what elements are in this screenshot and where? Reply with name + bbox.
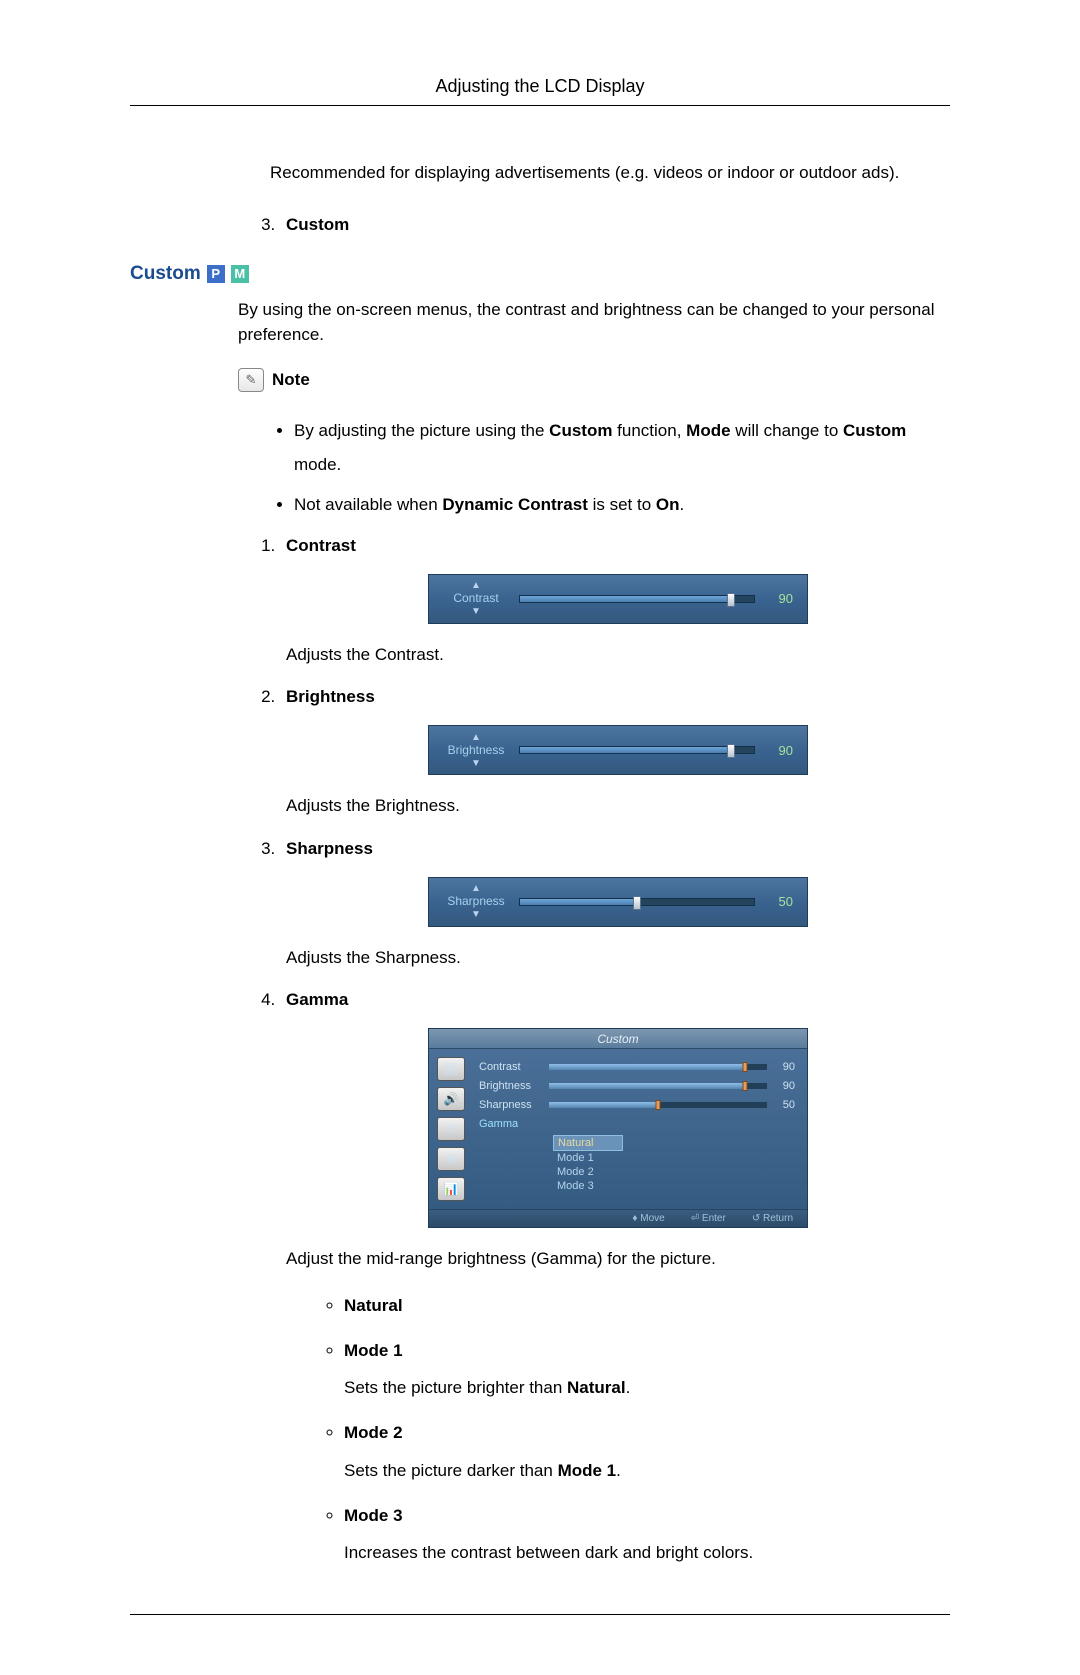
osd-setup-icon[interactable]: ⚙ — [437, 1147, 465, 1171]
osd-clock-icon[interactable]: ⏱ — [437, 1117, 465, 1141]
item-brightness: Brightness ▲ Brightness ▼ 90 Adjusts the… — [280, 687, 950, 819]
section-heading: Custom P M — [130, 263, 950, 285]
osd-title: Custom — [429, 1029, 807, 1049]
footer-rule — [130, 1614, 950, 1615]
osd-opt-natural[interactable]: Natural — [553, 1135, 623, 1151]
osd-side-icons: 🖼 🔊 ⏱ ⚙ 📊 — [429, 1049, 473, 1209]
item-label: Contrast — [286, 536, 950, 556]
arrow-up-icon: ▲ — [471, 883, 481, 894]
item-gamma: Gamma Custom 🖼 🔊 ⏱ ⚙ 📊 Contrast — [280, 990, 950, 1566]
section-intro: By using the on-screen menus, the contra… — [238, 297, 950, 348]
sharpness-slider[interactable]: ▲ Sharpness ▼ 50 — [428, 877, 808, 927]
slider-thumb[interactable] — [727, 593, 735, 607]
brightness-slider[interactable]: ▲ Brightness ▼ 90 — [428, 725, 808, 775]
badge-m-icon: M — [231, 265, 249, 283]
header-title: Adjusting the LCD Display — [435, 76, 644, 96]
arrow-up-icon: ▲ — [471, 580, 481, 591]
slider-value: 50 — [765, 894, 793, 909]
slider-arrows: ▲ Brightness ▼ — [443, 732, 509, 769]
slider-thumb[interactable] — [727, 744, 735, 758]
item-desc: Adjusts the Contrast. — [286, 642, 950, 668]
arrow-down-icon: ▼ — [471, 758, 481, 769]
slider-track[interactable] — [519, 898, 755, 906]
numbered-items: Contrast ▲ Contrast ▼ 90 Adjusts the Con… — [250, 536, 950, 1566]
slider-track[interactable] — [519, 595, 755, 603]
slider-value: 90 — [765, 743, 793, 758]
osd-gamma-options: Natural Mode 1 Mode 2 Mode 3 — [479, 1135, 795, 1193]
gamma-options-list: Natural Mode 1 Sets the picture brighter… — [318, 1292, 950, 1566]
slider-value: 90 — [765, 591, 793, 606]
gamma-osd-panel: Custom 🖼 🔊 ⏱ ⚙ 📊 Contrast 90 — [428, 1028, 808, 1228]
arrow-up-icon: ▲ — [471, 732, 481, 743]
item-label: Gamma — [286, 990, 950, 1010]
osd-footer-enter: ⏎ Enter — [691, 1213, 726, 1224]
osd-row-sharpness[interactable]: Sharpness 50 — [479, 1097, 795, 1112]
note-item: Not available when Dynamic Contrast is s… — [294, 488, 950, 522]
gamma-opt-mode3: Mode 3 Increases the contrast between da… — [344, 1502, 950, 1566]
slider-arrows: ▲ Sharpness ▼ — [443, 883, 509, 920]
slider-arrows: ▲ Contrast ▼ — [443, 580, 509, 617]
prelist: Custom — [250, 206, 950, 243]
page-header: Adjusting the LCD Display — [130, 76, 950, 106]
item-label: Sharpness — [286, 839, 950, 859]
osd-sound-icon[interactable]: 🔊 — [437, 1087, 465, 1111]
slider-thumb[interactable] — [633, 896, 641, 910]
slider-track[interactable] — [519, 746, 755, 754]
item-desc: Adjusts the Sharpness. — [286, 945, 950, 971]
contrast-slider[interactable]: ▲ Contrast ▼ 90 — [428, 574, 808, 624]
item-label: Brightness — [286, 687, 950, 707]
osd-opt-mode1[interactable]: Mode 1 — [553, 1151, 623, 1165]
note-label: Note — [272, 370, 310, 390]
osd-row-contrast[interactable]: Contrast 90 — [479, 1059, 795, 1074]
item-contrast: Contrast ▲ Contrast ▼ 90 Adjusts the Con… — [280, 536, 950, 668]
osd-footer-return: ↺ Return — [752, 1213, 793, 1224]
badge-p-icon: P — [207, 265, 225, 283]
osd-multi-icon[interactable]: 📊 — [437, 1177, 465, 1201]
note-icon: ✎ — [238, 368, 264, 392]
item-sharpness: Sharpness ▲ Sharpness ▼ 50 Adjusts the S… — [280, 839, 950, 971]
item-desc: Adjusts the Brightness. — [286, 793, 950, 819]
gamma-opt-natural: Natural — [344, 1292, 950, 1319]
section-title-text: Custom — [130, 263, 201, 285]
note-item: By adjusting the picture using the Custo… — [294, 414, 950, 482]
osd-row-brightness[interactable]: Brightness 90 — [479, 1078, 795, 1093]
gamma-desc: Adjust the mid-range brightness (Gamma) … — [286, 1246, 950, 1272]
note-list: By adjusting the picture using the Custo… — [270, 414, 950, 522]
osd-footer-move: ♦ Move — [632, 1213, 664, 1224]
osd-opt-mode3[interactable]: Mode 3 — [553, 1179, 623, 1193]
gamma-opt-mode2: Mode 2 Sets the picture darker than Mode… — [344, 1419, 950, 1483]
prelist-item-label: Custom — [286, 215, 349, 234]
arrow-down-icon: ▼ — [471, 606, 481, 617]
osd-row-gamma[interactable]: Gamma — [479, 1116, 795, 1131]
gamma-opt-mode1: Mode 1 Sets the picture brighter than Na… — [344, 1337, 950, 1401]
osd-opt-mode2[interactable]: Mode 2 — [553, 1165, 623, 1179]
note-row: ✎ Note — [238, 368, 950, 392]
osd-footer: ♦ Move ⏎ Enter ↺ Return — [429, 1209, 807, 1227]
intro-text: Recommended for displaying advertisement… — [270, 160, 950, 186]
arrow-down-icon: ▼ — [471, 909, 481, 920]
osd-picture-icon[interactable]: 🖼 — [437, 1057, 465, 1081]
